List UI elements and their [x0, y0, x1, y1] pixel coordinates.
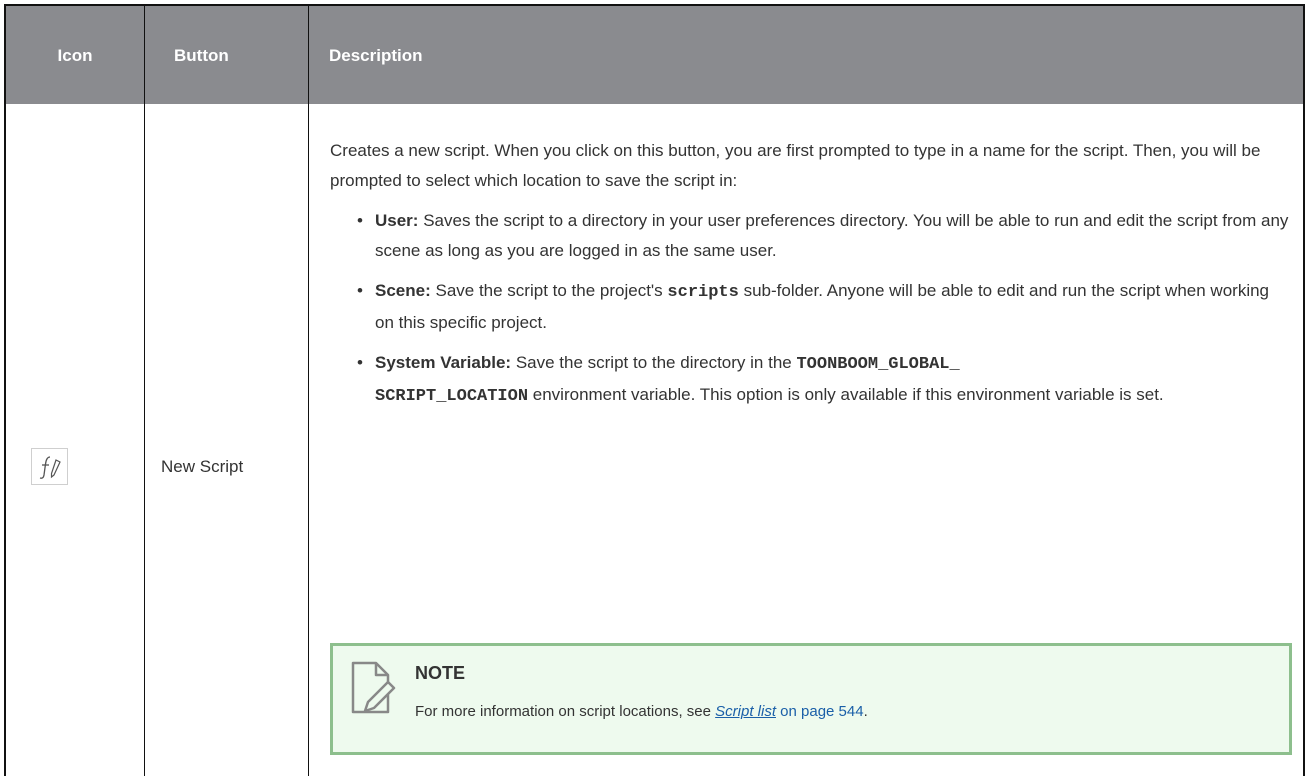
page-reference-link[interactable]: on page 544: [780, 703, 863, 720]
list-item-user: • User: Saves the script to a directory …: [357, 211, 1289, 260]
new-script-icon: [31, 448, 68, 485]
description-cell: Creates a new script. When you click on …: [330, 136, 1290, 422]
note-text: For more information on script locations…: [415, 703, 868, 720]
script-list-link[interactable]: Script list: [715, 703, 776, 720]
note-box: NOTE For more information on script loca…: [330, 643, 1292, 755]
button-name: New Script: [161, 457, 244, 476]
description-intro: Creates a new script. When you click on …: [330, 141, 1261, 190]
header-button: Button: [174, 45, 229, 65]
column-divider-2: [308, 6, 309, 776]
list-item-system-variable: • System Variable: Save the script to th…: [357, 353, 1164, 406]
note-pencil-icon: [350, 660, 396, 721]
list-item-scene: • Scene: Save the script to the project'…: [357, 281, 1270, 332]
column-divider-1: [144, 6, 145, 776]
table-header: Icon Button Description: [6, 6, 1303, 105]
header-divider: [6, 104, 1303, 105]
button-table: Icon Button Description New Script Creat…: [4, 4, 1305, 776]
header-icon: Icon: [57, 45, 93, 65]
header-description: Description: [329, 45, 423, 65]
location-list: • User: Saves the script to a directory …: [330, 206, 1290, 412]
note-title: NOTE: [415, 663, 466, 683]
